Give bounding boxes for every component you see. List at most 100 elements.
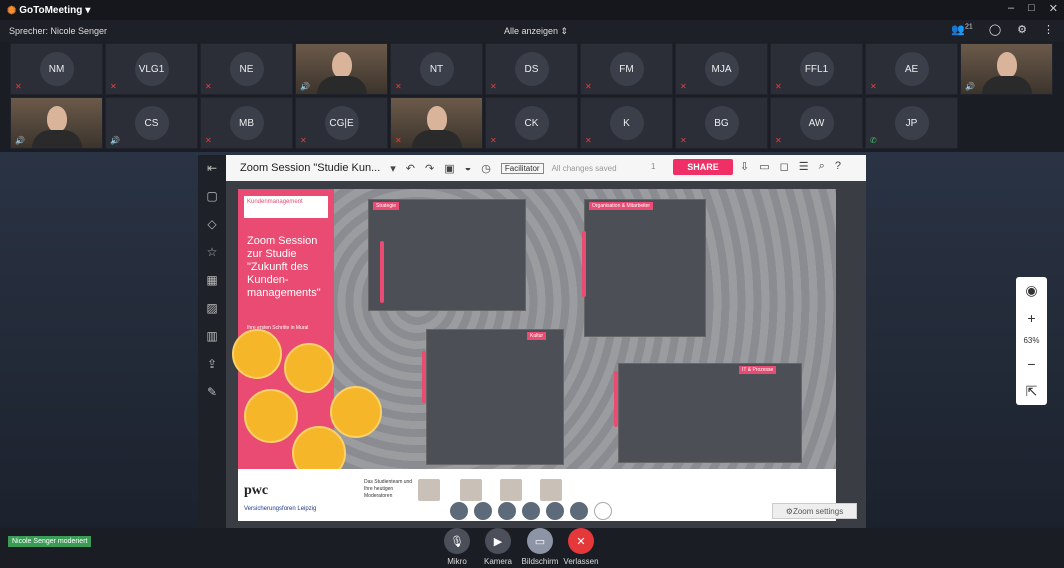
participant-tile[interactable]: NM ✕: [10, 43, 103, 95]
zoom-panel: ◉ + 63% − ⇱: [1016, 277, 1047, 405]
participant-tile[interactable]: CK ✕: [485, 97, 578, 149]
zoom-settings-button[interactable]: ⚙ Zoom settings: [772, 503, 857, 519]
participant-initials: NT: [419, 52, 454, 86]
outline-list-icon[interactable]: ☰: [799, 160, 809, 173]
library-icon[interactable]: ▥: [206, 329, 217, 343]
section-it-prozesse[interactable]: IT & Prozesse: [618, 363, 802, 463]
leave-control[interactable]: ✕ Verlassen: [556, 528, 606, 566]
help-icon[interactable]: ?: [835, 160, 841, 173]
mic-muted-icon: ✕: [585, 136, 592, 145]
participant-tile[interactable]: 🔊: [295, 43, 388, 95]
mic-muted-icon: ✕: [775, 136, 782, 145]
mic-on-icon: 🔊: [15, 136, 25, 145]
redo-icon[interactable]: ↷: [425, 162, 434, 175]
star-icon[interactable]: ☆: [207, 245, 218, 259]
section-kultur[interactable]: Kultur: [426, 329, 564, 465]
chat-icon[interactable]: ◯: [989, 23, 1001, 36]
maximize-button[interactable]: □: [1028, 2, 1035, 15]
zoom-in-button[interactable]: +: [1027, 310, 1035, 326]
upload-icon[interactable]: ⇪: [207, 357, 217, 371]
mic-muted-icon[interactable]: 🎙: [444, 528, 470, 554]
leave-x-icon[interactable]: ✕: [568, 528, 594, 554]
collaborator-icon[interactable]: [570, 502, 588, 520]
participant-tile[interactable]: AW ✕: [770, 97, 863, 149]
show-all-dropdown[interactable]: Alle anzeigen ⇕: [504, 26, 568, 37]
participant-tile[interactable]: 🔊: [10, 97, 103, 149]
collaborator-icon[interactable]: [474, 502, 492, 520]
participant-initials: CS: [134, 106, 169, 140]
brand-box: Kundenmanagement: [244, 196, 328, 218]
sticky-cluster[interactable]: [232, 329, 282, 379]
participant-tile[interactable]: K ✕: [580, 97, 673, 149]
chevron-down-icon[interactable]: ▾: [390, 162, 396, 175]
app-brand[interactable]: ✺ GoToMeeting ▾: [7, 4, 90, 17]
mural-canvas[interactable]: Kundenmanagement Zoom Session zur Studie…: [226, 181, 866, 528]
participant-initials: FFL1: [799, 52, 834, 86]
session-title[interactable]: Zoom Session "Studie Kun...: [240, 162, 380, 174]
collaborator-icon[interactable]: [450, 502, 468, 520]
section-organisation[interactable]: Organisation & Mitarbeiter: [584, 199, 706, 337]
pen-icon[interactable]: ✎: [207, 385, 217, 399]
participant-initials: FM: [609, 52, 644, 86]
camera-icon[interactable]: ◉: [1025, 282, 1037, 299]
facilitator-badge[interactable]: Facilitator: [500, 162, 544, 174]
undo-icon[interactable]: ↶: [406, 162, 415, 175]
team-avatar: [540, 479, 562, 501]
participant-tile[interactable]: CG|E ✕: [295, 97, 388, 149]
mic-on-icon: 🔊: [965, 82, 975, 91]
participant-tile[interactable]: BG ✕: [675, 97, 768, 149]
participant-tile[interactable]: NE ✕: [200, 43, 293, 95]
participant-tile[interactable]: FM ✕: [580, 43, 673, 95]
mural-toolbar: Zoom Session "Studie Kun... ▾ ↶ ↷ ▣ ◒ ◷ …: [226, 155, 866, 181]
participant-tile[interactable]: 🔊: [960, 43, 1053, 95]
participant-tile[interactable]: FFL1 ✕: [770, 43, 863, 95]
participant-tile[interactable]: DS ✕: [485, 43, 578, 95]
participant-tile[interactable]: MB ✕: [200, 97, 293, 149]
minimize-button[interactable]: –: [1008, 2, 1014, 15]
participants-button[interactable]: 👥21: [951, 23, 973, 36]
team-text: Das Studienteam und Ihre heutigen Modera…: [364, 479, 413, 499]
screen-share-icon[interactable]: ▭: [527, 528, 553, 554]
timer-icon[interactable]: ◷: [481, 162, 491, 175]
zoom-out-button[interactable]: −: [1027, 356, 1035, 372]
outline-icon[interactable]: ▣: [444, 162, 454, 175]
sticky-cluster[interactable]: [244, 389, 298, 443]
more-options-icon[interactable]: ⋮: [1043, 23, 1054, 36]
gotomeeting-logo-icon: ✺: [7, 4, 17, 17]
collapse-icon[interactable]: ⇤: [207, 161, 217, 175]
participant-initials: K: [609, 106, 644, 140]
mural-sidebar: ⇤ ▢ ◇ ☆ ▦ ▨ ▥ ⇪ ✎: [198, 155, 226, 528]
participant-tile[interactable]: ✕: [390, 97, 483, 149]
sticky-note-icon[interactable]: ▢: [206, 189, 217, 203]
mic-muted-icon: ✕: [205, 136, 212, 145]
shapes-icon[interactable]: ◇: [207, 217, 216, 231]
section-strategie[interactable]: Strategie: [368, 199, 526, 311]
thermometer: [380, 241, 384, 303]
phone-icon: ✆: [870, 136, 877, 145]
comments-icon[interactable]: ▭: [759, 160, 769, 173]
chat-bubble-icon[interactable]: ◻: [780, 160, 789, 173]
participant-tile[interactable]: MJA ✕: [675, 43, 768, 95]
export-icon[interactable]: ⇩: [740, 160, 749, 173]
grid-icon[interactable]: ▦: [206, 273, 217, 287]
participant-tile[interactable]: NT ✕: [390, 43, 483, 95]
collaborator-icon[interactable]: [522, 502, 540, 520]
participant-tile[interactable]: CS 🔊: [105, 97, 198, 149]
share-button[interactable]: SHARE: [673, 159, 733, 175]
participant-tile[interactable]: JP ✆: [865, 97, 958, 149]
close-button[interactable]: ✕: [1049, 2, 1058, 15]
add-collaborator-icon[interactable]: [594, 502, 612, 520]
sticky-cluster[interactable]: [284, 343, 334, 393]
participant-tile[interactable]: AE ✕: [865, 43, 958, 95]
settings-gear-icon[interactable]: ⚙: [1017, 23, 1027, 36]
camera-off-icon[interactable]: ▶: [485, 528, 511, 554]
zoom-level: 63%: [1023, 336, 1040, 346]
participant-tile[interactable]: VLG1 ✕: [105, 43, 198, 95]
collaborator-icon[interactable]: [498, 502, 516, 520]
image-icon[interactable]: ▨: [206, 301, 217, 315]
incognito-icon[interactable]: ◒: [465, 162, 472, 174]
sticky-cluster[interactable]: [330, 386, 382, 438]
search-icon[interactable]: ⌕: [819, 160, 825, 173]
collaborator-icon[interactable]: [546, 502, 564, 520]
open-external-icon[interactable]: ⇱: [1026, 383, 1038, 400]
